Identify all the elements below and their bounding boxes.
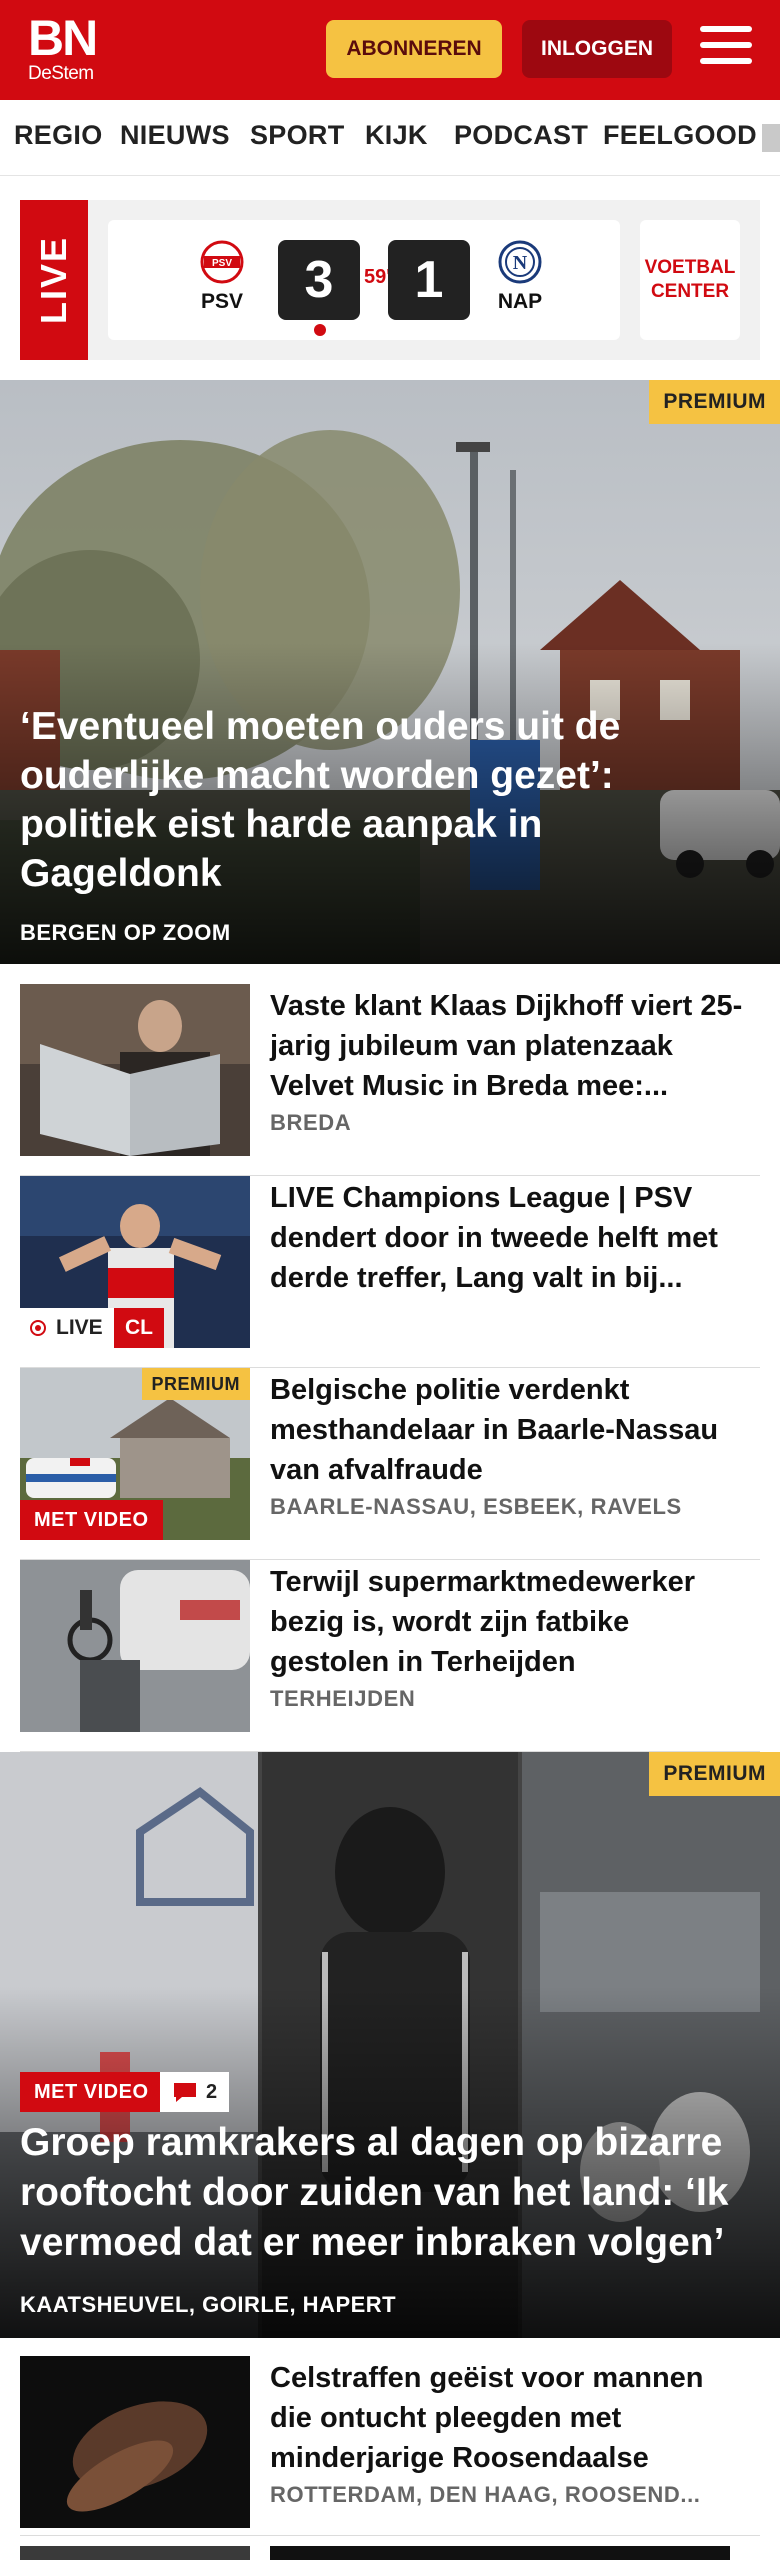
article-location: BAARLE-NASSAU, ESBEEK, RAVELS [270,1494,682,1519]
record-icon [30,1320,46,1336]
nav-overflow-indicator [762,124,780,152]
site-logo[interactable]: BN DeStem [28,10,112,86]
champions-league-badge: CL [114,1308,164,1348]
hero-headline[interactable]: ‘Eventueel moeten ouders uit de ouderlij… [20,702,660,898]
voetbal-center-line2: CENTER [650,281,730,302]
hero-location: BERGEN OP ZOOM [20,920,231,945]
live-tag: LIVE [20,200,88,360]
away-score: 1 [388,240,470,320]
premium-badge: PREMIUM [649,380,780,424]
voetbal-center-button[interactable]: VOETBAL CENTER [640,220,740,340]
section-nav: REGIO NIEUWS SPORT KIJK PODCAST FEELGOOD [0,100,780,176]
list-item[interactable]: PREMIUM MET VIDEO Belgische politie verd… [20,1368,760,1560]
nav-item-feelgood[interactable]: FEELGOOD [603,120,757,151]
hero-article[interactable]: PREMIUM ‘Eventueel moeten ouders uit de … [0,380,780,964]
napoli-crest-icon: N [498,240,542,284]
list-item[interactable]: Terwijl supermarktmedewerker bezig is, w… [20,1560,760,1752]
nav-item-kijk[interactable]: KIJK [365,120,428,151]
list-item[interactable]: LIVE CL LIVE Champions League | PSV dend… [20,1176,760,1368]
svg-text:N: N [513,252,528,274]
article-location: TERHEIJDEN [270,1686,416,1711]
logo-destem: DeStem [28,63,94,84]
article-location: ROTTERDAM, DEN HAAG, ROOSEND... [270,2482,701,2507]
match-minute: 59' [364,266,392,288]
next-article-title-peek [270,2546,730,2560]
login-button[interactable]: INLOGGEN [522,20,672,78]
hamburger-menu-icon[interactable] [700,26,752,70]
voetbal-center-line1: VOETBAL [644,257,736,278]
home-team-name: PSV [200,290,244,313]
logo-bn: BN [28,10,98,66]
premium-badge: PREMIUM [649,1752,780,1796]
article-location: BREDA [270,1110,352,1135]
live-badge: LIVE [20,1308,114,1348]
home-team: PSV PSV [182,240,262,314]
match-card[interactable]: PSV PSV 3 59' 1 N NAP [108,220,620,340]
featured-location: KAATSHEUVEL, GOIRLE, HAPERT [20,2292,397,2317]
article-thumbnail: PREMIUM MET VIDEO [20,1368,250,1540]
featured-article[interactable]: PREMIUM MET VIDEO 2 Groep ramkrakers al … [0,1752,780,2338]
nav-item-regio[interactable]: REGIO [14,120,103,151]
away-team: N NAP [480,240,560,314]
nav-item-nieuws[interactable]: NIEUWS [120,120,230,151]
video-badge: MET VIDEO [20,2072,163,2112]
article-thumbnail [20,1560,250,1732]
live-dot-indicator [314,324,326,336]
article-thumbnail: LIVE CL [20,1176,250,1348]
live-scoreboard: LIVE PSV PSV 3 59' 1 N NAP VOETBAL CENTER [20,200,760,360]
psv-crest-icon: PSV [200,240,244,284]
nav-item-sport[interactable]: SPORT [250,120,345,151]
premium-badge: PREMIUM [141,1368,250,1400]
comment-count-value: 2 [206,2080,218,2103]
comment-count[interactable]: 2 [160,2072,230,2112]
live-tag-label: LIVE [33,235,74,325]
article-title[interactable]: LIVE Champions League | PSV dendert door… [270,1178,750,1298]
list-item[interactable]: Celstraffen geëist voor mannen die ontuc… [20,2356,760,2536]
list-item[interactable]: Vaste klant Klaas Dijkhoff viert 25-jari… [20,984,760,1176]
site-header: BN DeStem ABONNEREN INLOGGEN [0,0,780,100]
article-title[interactable]: Vaste klant Klaas Dijkhoff viert 25-jari… [270,986,750,1106]
article-thumbnail [20,984,250,1156]
away-team-name: NAP [497,290,543,313]
nav-item-podcast[interactable]: PODCAST [454,120,588,151]
article-title[interactable]: Terwijl supermarktmedewerker bezig is, w… [270,1562,750,1682]
live-badge-label: LIVE [56,1316,103,1339]
subscribe-button[interactable]: ABONNEREN [326,20,502,78]
comment-icon [174,2083,196,2102]
video-badge: MET VIDEO [20,1500,163,1540]
article-title[interactable]: Celstraffen geëist voor mannen die ontuc… [270,2358,750,2478]
home-score: 3 [278,240,360,320]
article-thumbnail [20,2356,250,2528]
svg-text:PSV: PSV [212,258,232,269]
featured-headline[interactable]: Groep ramkrakers al dagen op bizarre roo… [20,2118,780,2268]
next-article-thumbnail-peek [20,2546,250,2560]
article-title[interactable]: Belgische politie verdenkt mesthandelaar… [270,1370,750,1490]
